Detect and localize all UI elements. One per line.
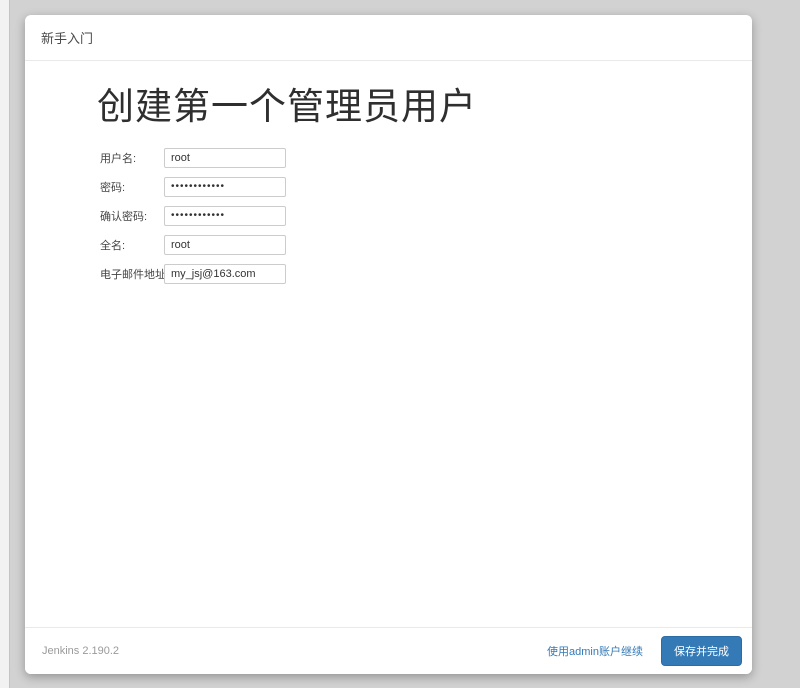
form-row-username: 用户名: [100,147,732,168]
wizard-footer: Jenkins 2.190.2 使用admin账户继续 保存并完成 [25,627,752,674]
form-row-password: 密码: [100,176,732,197]
password-field[interactable] [164,176,286,197]
window-left-edge [0,0,10,688]
continue-as-admin-link[interactable]: 使用admin账户继续 [547,643,643,659]
username-label: 用户名: [100,152,137,165]
password-label: 密码: [100,181,126,194]
form-row-fullname: 全名: [100,234,732,255]
page-title: 创建第一个管理员用户 [97,86,477,127]
form-row-email: 电子邮件地址: [100,263,732,284]
form-row-confirm-password: 确认密码: [100,205,732,226]
confirm-password-label: 确认密码: [100,210,148,223]
email-field[interactable] [164,263,286,284]
wizard-header-title: 新手入门 [41,31,94,46]
wizard-header: 新手入门 [25,15,752,61]
jenkins-version: Jenkins 2.190.2 [42,645,120,657]
save-and-finish-button[interactable]: 保存并完成 [661,636,742,666]
email-label: 电子邮件地址: [100,268,170,281]
fullname-label: 全名: [100,239,126,252]
setup-wizard-dialog: 新手入门 创建第一个管理员用户 用户名: 密码: 确认密码: 全名: 电子邮件 [25,15,752,674]
username-field[interactable] [164,147,286,168]
wizard-content: 创建第一个管理员用户 用户名: 密码: 确认密码: 全名: 电子邮件地址: [25,61,752,284]
confirm-password-field[interactable] [164,205,286,226]
admin-user-form: 用户名: 密码: 确认密码: 全名: 电子邮件地址: [100,147,732,284]
fullname-field[interactable] [164,234,286,255]
